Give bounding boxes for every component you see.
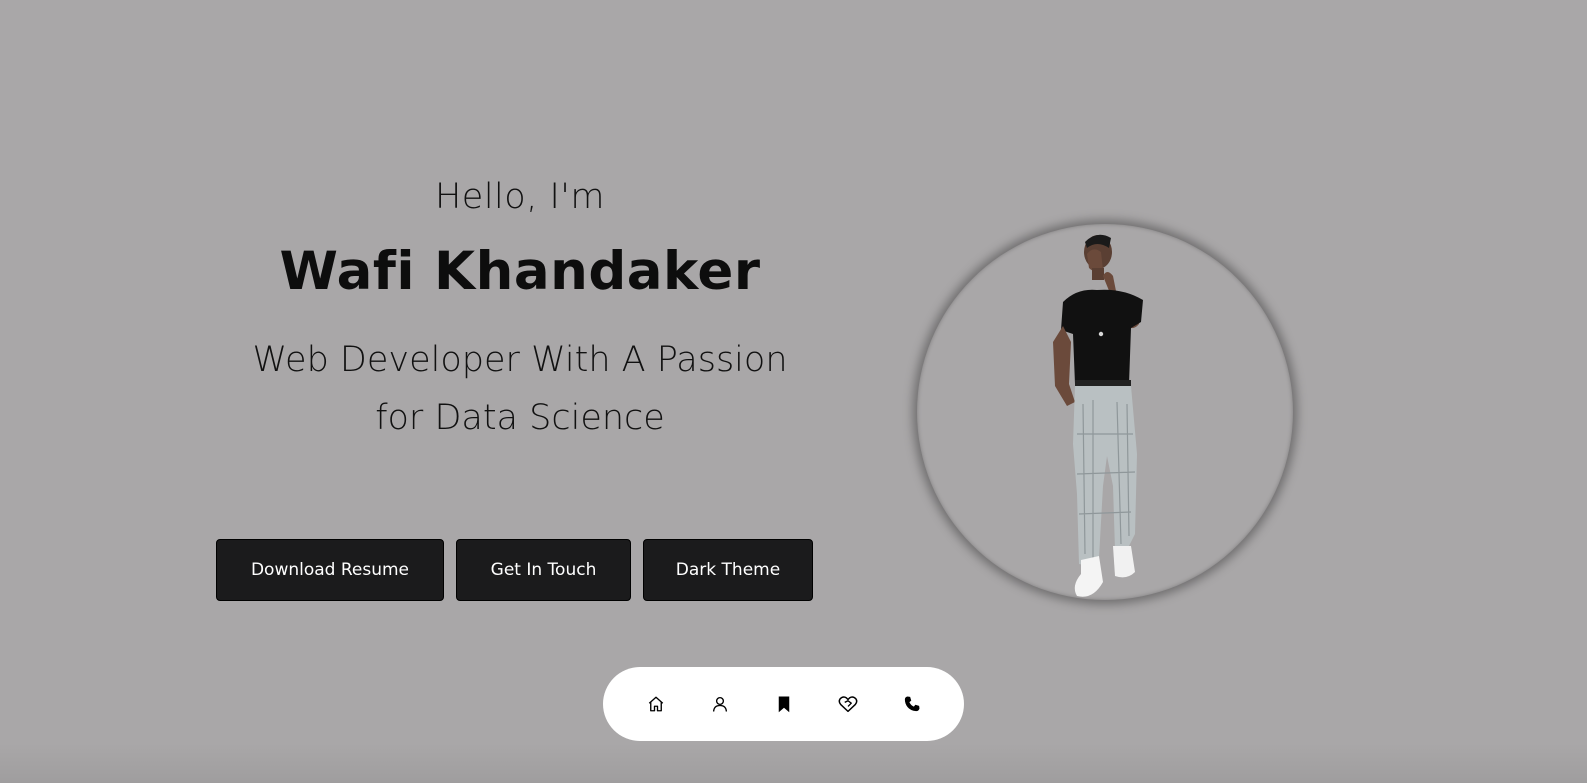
hero-name: Wafi Khandaker (279, 241, 761, 302)
get-in-touch-button[interactable]: Get In Touch (456, 539, 631, 601)
phone-icon (904, 696, 919, 712)
dark-theme-button[interactable]: Dark Theme (643, 539, 813, 601)
hero-intro: Hello, I'm Wafi Khandaker Web Developer … (215, 170, 825, 447)
heart-handshake-icon (838, 696, 857, 713)
profile-photo (917, 224, 1293, 600)
bottom-nav (603, 667, 964, 741)
nav-services[interactable] (816, 667, 880, 741)
nav-contact[interactable] (880, 667, 944, 741)
nav-portfolio[interactable] (752, 667, 816, 741)
hero-greeting: Hello, I'm (434, 177, 605, 217)
home-icon (648, 696, 663, 712)
download-resume-button[interactable]: Download Resume (216, 539, 444, 601)
nav-home[interactable] (624, 667, 688, 741)
page: Hello, I'm Wafi Khandaker Web Developer … (0, 0, 1587, 783)
hero-tagline: Web Developer With A Passion for Data Sc… (252, 340, 788, 438)
nav-about[interactable] (688, 667, 752, 741)
profile-photo-figure (1053, 234, 1143, 597)
user-icon (712, 696, 727, 712)
bookmark-icon (778, 696, 789, 713)
hero-buttons: Download Resume Get In Touch Dark Theme (216, 539, 813, 601)
